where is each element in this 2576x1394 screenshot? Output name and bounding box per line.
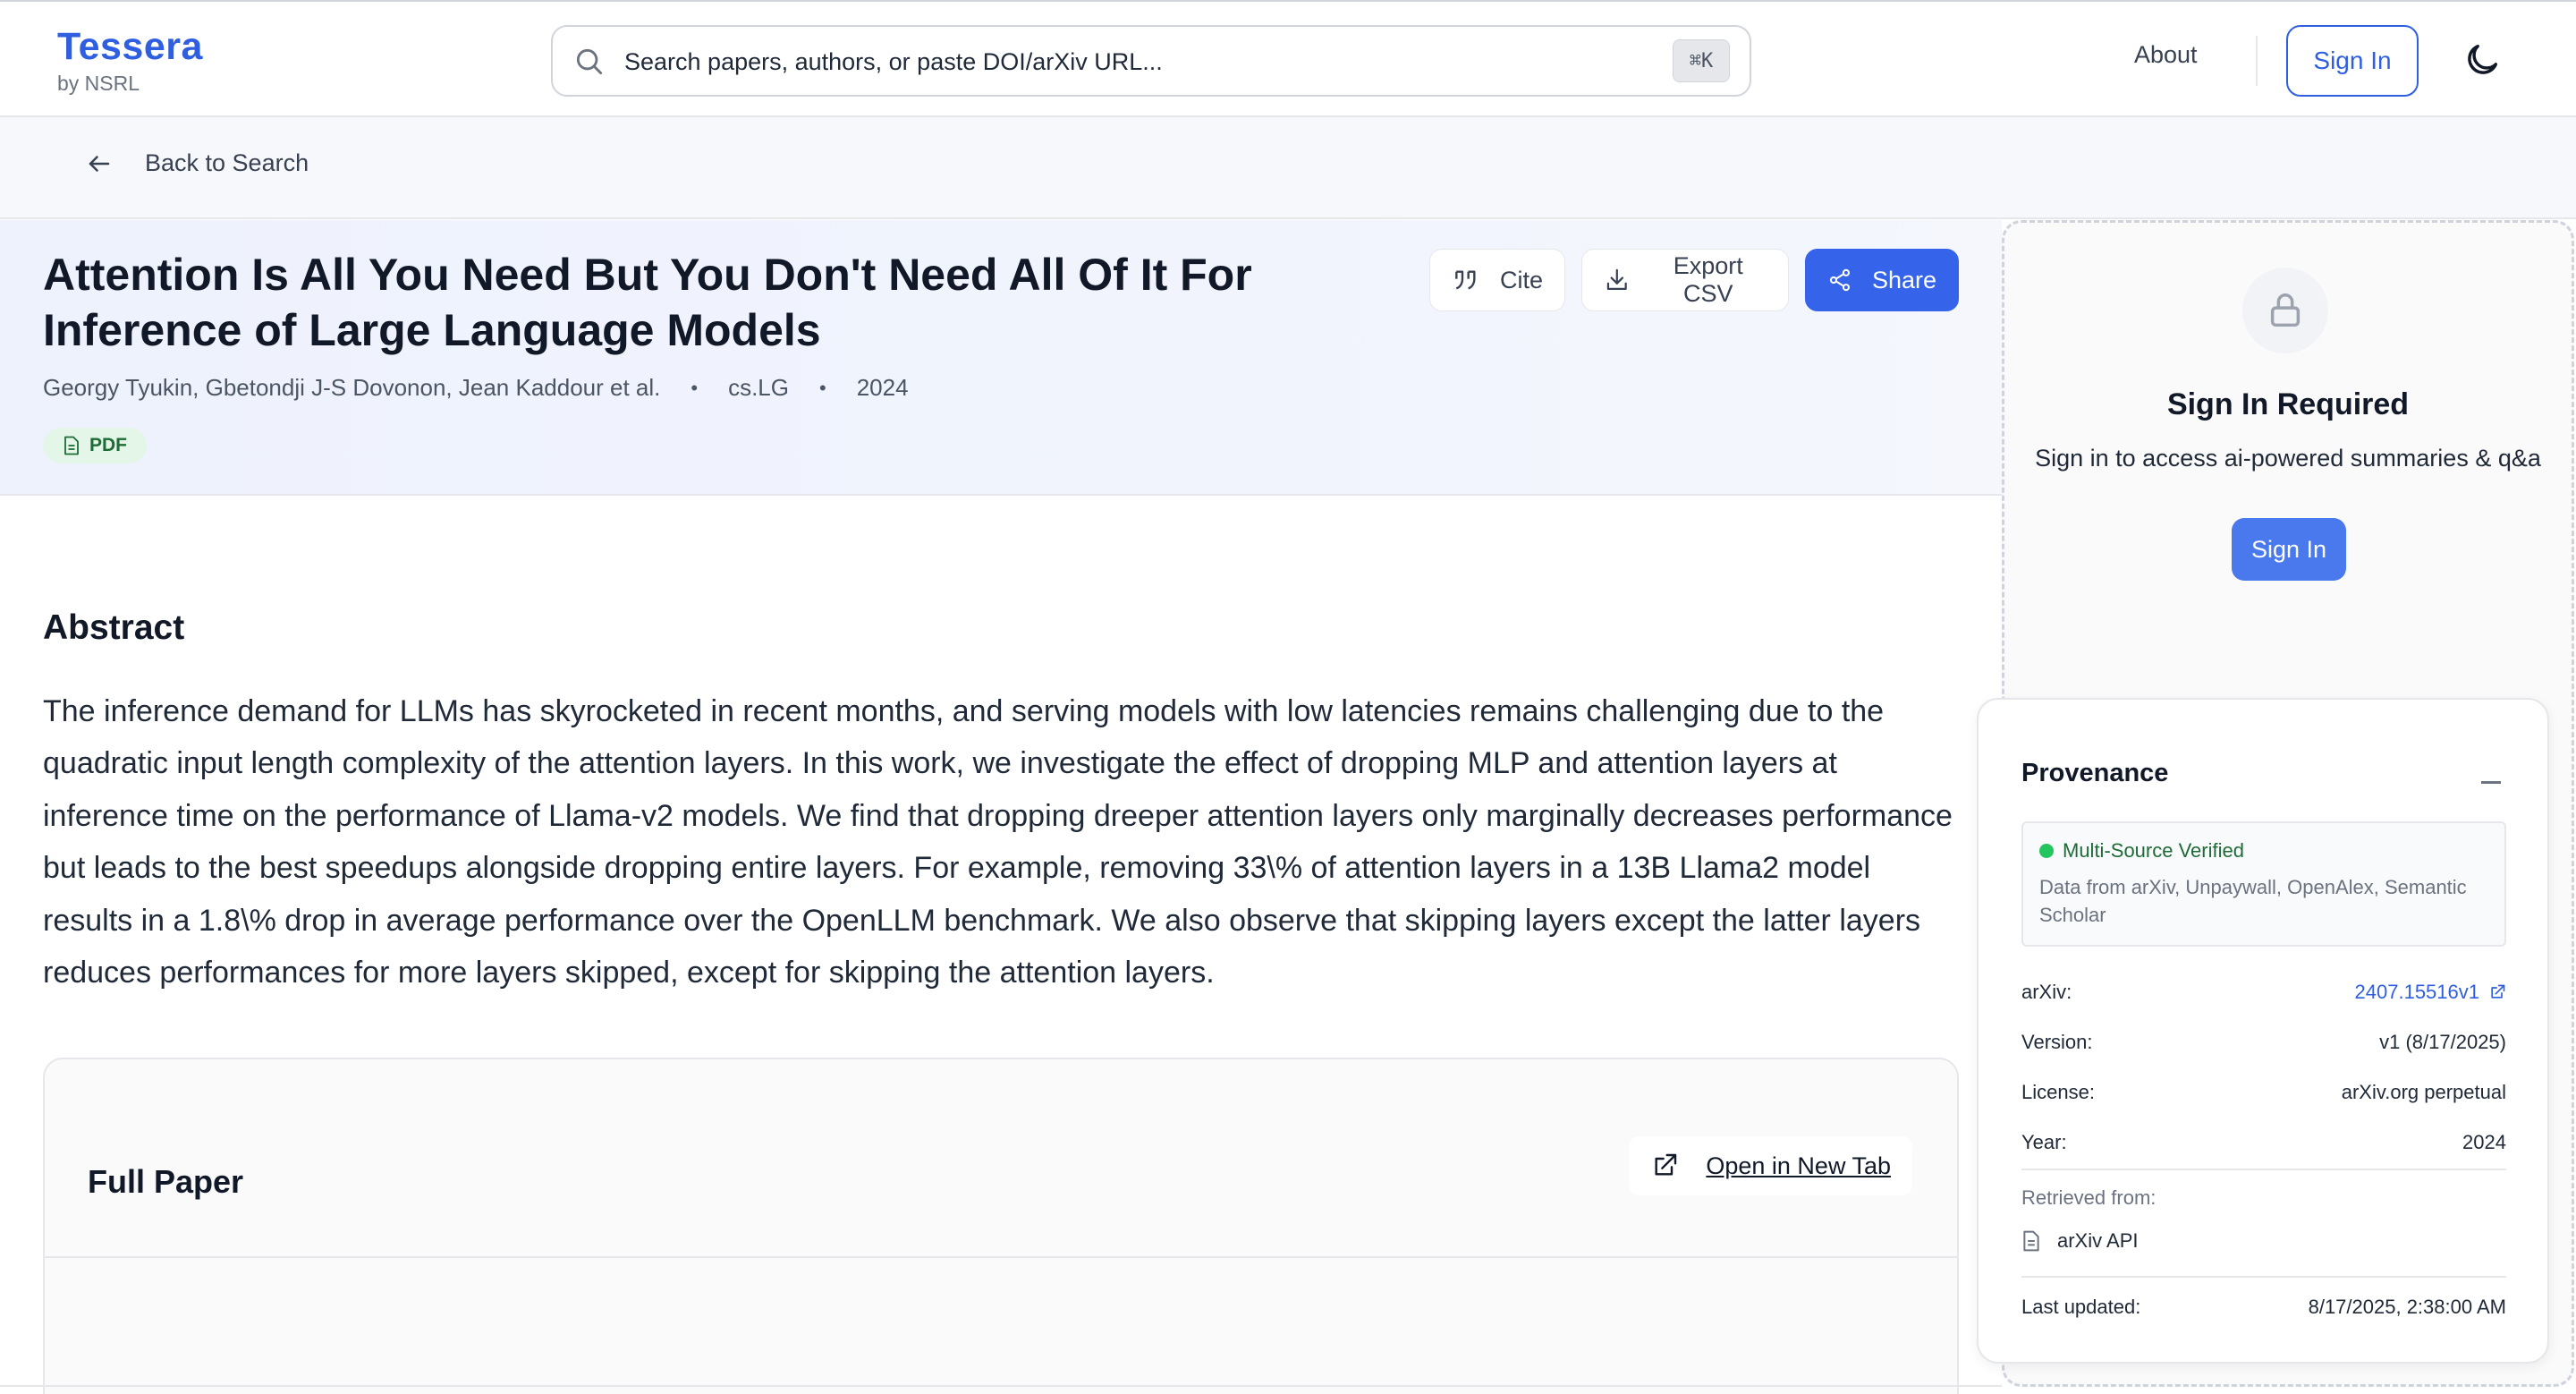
nav-divider	[2256, 36, 2258, 86]
external-link-icon	[1655, 1153, 1677, 1176]
provenance-divider	[2021, 1169, 2506, 1170]
top-navbar: Tessera by NSRL ⌘K About Sign In	[0, 0, 2576, 117]
provenance-card: Provenance Multi-Source Verified Data fr…	[1977, 698, 2549, 1364]
verified-description: Data from arXiv, Unpaywall, OpenAlex, Se…	[2039, 876, 2467, 926]
paper-meta: Georgy Tyukin, Gbetondji J-S Dovonon, Je…	[43, 374, 909, 402]
quote-icon	[1455, 270, 1476, 290]
version-value: v1 (8/17/2025)	[2379, 1031, 2506, 1053]
share-label: Share	[1871, 266, 1936, 293]
full-paper-header: Full Paper Open in New Tab	[45, 1059, 1957, 1258]
back-to-search-link[interactable]: Back to Search	[86, 149, 309, 177]
header-sign-in-button[interactable]: Sign In	[2286, 25, 2419, 97]
page-bottom-border	[0, 1385, 2002, 1387]
export-csv-label: Export CSV	[1673, 252, 1743, 307]
theme-toggle-button[interactable]	[2462, 39, 2503, 81]
share-icon	[1829, 268, 1851, 292]
sign-in-required-title: Sign In Required	[2166, 387, 2410, 421]
paper-actions: Cite Export CSV Share	[1429, 249, 1959, 311]
pdf-badge[interactable]: PDF	[43, 428, 147, 463]
cite-button[interactable]: Cite	[1429, 249, 1565, 311]
last-updated-label: Last updated:	[2021, 1296, 2141, 1318]
search-icon	[576, 48, 603, 75]
license-label: License:	[2021, 1081, 2095, 1103]
paper-header: Attention Is All You Need But You Don't …	[0, 220, 2002, 496]
source-name: arXiv API	[2057, 1229, 2139, 1252]
open-in-new-tab-button[interactable]: Open in New Tab	[1629, 1136, 1912, 1195]
provenance-title: Provenance	[2021, 759, 2169, 787]
retrieved-from-label: Retrieved from:	[2021, 1186, 2157, 1209]
abstract-heading: Abstract	[43, 608, 185, 647]
status-dot-icon	[2039, 844, 2054, 858]
minus-icon	[2481, 780, 2501, 784]
sign-in-required-description: Sign in to access ai-powered summaries &…	[2035, 445, 2541, 472]
arxiv-id: 2407.15516v1	[2354, 981, 2479, 1003]
abstract-text: The inference demand for LLMs has skyroc…	[43, 694, 1953, 990]
verified-status: Multi-Source Verified	[2039, 839, 2488, 863]
verified-box: Multi-Source Verified Data from arXiv, U…	[2021, 821, 2506, 947]
version-label: Version:	[2021, 1031, 2093, 1053]
sidebar-sign-in-button[interactable]: Sign In	[2232, 518, 2346, 581]
arxiv-id-link[interactable]: 2407.15516v1	[2355, 981, 2506, 1004]
search-input[interactable]	[624, 39, 1608, 84]
provenance-row-license: License: arXiv.org perpetual	[2021, 1081, 2506, 1104]
last-updated-value: 8/17/2025, 2:38:00 AM	[2308, 1296, 2506, 1318]
nav-about-link[interactable]: About	[2134, 41, 2198, 69]
share-button[interactable]: Share	[1805, 249, 1959, 311]
paper-authors: Georgy Tyukin, Gbetondji J-S Dovonon, Je…	[43, 374, 661, 401]
meta-separator: •	[691, 376, 699, 399]
paper-title: Attention Is All You Need But You Don't …	[43, 250, 1252, 355]
file-icon	[64, 436, 79, 455]
provenance-row-arxiv: arXiv: 2407.15516v1	[2021, 981, 2506, 1004]
cite-label: Cite	[1499, 266, 1543, 293]
verified-label: Multi-Source Verified	[2063, 839, 2244, 862]
year-value: 2024	[2462, 1131, 2506, 1153]
lock-icon-wrapper	[2242, 268, 2328, 353]
provenance-row-version: Version: v1 (8/17/2025)	[2021, 1031, 2506, 1054]
meta-separator: •	[819, 376, 826, 399]
file-icon	[2023, 1230, 2039, 1252]
full-paper-heading: Full Paper	[88, 1163, 244, 1200]
provenance-row-year: Year: 2024	[2021, 1131, 2506, 1154]
arxiv-label: arXiv:	[2021, 981, 2072, 1003]
brand-name: Tessera	[57, 25, 203, 68]
open-in-new-tab-label: Open in New Tab	[1706, 1152, 1891, 1179]
brand-subtitle: by NSRL	[57, 72, 140, 95]
paper-category: cs.LG	[728, 374, 789, 401]
back-navigation-bar: Back to Search	[0, 117, 2576, 219]
back-to-search-label: Back to Search	[145, 149, 309, 176]
external-link-icon	[2491, 984, 2505, 999]
provenance-collapse-button[interactable]	[2478, 766, 2504, 789]
export-csv-button[interactable]: Export CSV	[1581, 249, 1789, 311]
provenance-divider	[2021, 1276, 2506, 1278]
license-value: arXiv.org perpetual	[2341, 1081, 2506, 1103]
source-item: arXiv API	[2021, 1229, 2138, 1253]
provenance-row-updated: Last updated: 8/17/2025, 2:38:00 AM	[2021, 1296, 2506, 1319]
brand-logo[interactable]: Tessera by NSRL	[57, 23, 203, 97]
full-paper-card: Full Paper Open in New Tab	[43, 1058, 1959, 1394]
year-label: Year:	[2021, 1131, 2067, 1153]
lock-icon	[2270, 293, 2301, 327]
download-icon	[1606, 268, 1627, 290]
keyboard-shortcut-badge: ⌘K	[1673, 39, 1730, 82]
pdf-badge-label: PDF	[89, 435, 127, 455]
arrow-left-icon	[89, 155, 110, 172]
moon-icon	[2468, 44, 2498, 74]
search-bar[interactable]: ⌘K	[551, 25, 1751, 97]
paper-year: 2024	[856, 374, 909, 401]
